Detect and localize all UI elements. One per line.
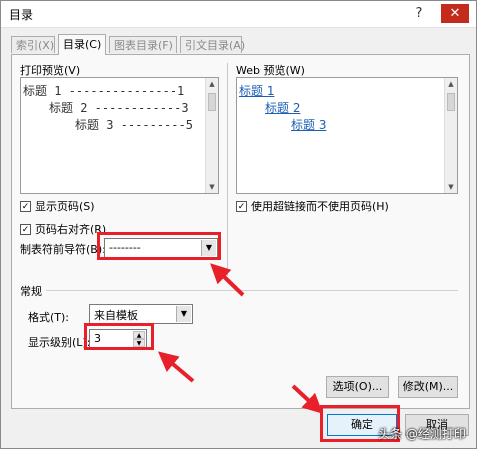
right-align-checkbox[interactable]: ✓ 页码右对齐(R) (20, 221, 106, 237)
web-preview-box: 标题 1 标题 2 标题 3 ▲ ▼ (236, 77, 458, 194)
general-section-label: 常规 (20, 285, 42, 298)
toc-dialog: 目录 ? ✕ 索引(X) 目录(C) 图表目录(F) 引文目录(A) 打印预览(… (0, 0, 477, 449)
levels-stepper[interactable]: 3 ▲ ▼ (89, 329, 147, 349)
close-icon[interactable]: ✕ (441, 4, 469, 23)
scroll-down-icon[interactable]: ▼ (206, 183, 218, 191)
tab-leader-label: 制表符前导符(B): (20, 243, 106, 256)
tab-table-of-figures[interactable]: 图表目录(F) (109, 36, 177, 53)
print-preview-label: 打印预览(V) (20, 64, 81, 77)
options-button[interactable]: 选项(O)... (326, 376, 389, 398)
dialog-title: 目录 (9, 8, 34, 22)
web-preview-link-1[interactable]: 标题 1 (239, 82, 274, 99)
tab-leader-value: -------- (109, 241, 141, 254)
levels-label: 显示级别(L): (28, 336, 91, 349)
print-preview-scrollbar[interactable]: ▲ ▼ (205, 78, 218, 193)
chevron-down-icon[interactable]: ▼ (201, 240, 216, 256)
print-preview-line-3: 标题 3 ---------5 (75, 118, 193, 132)
web-preview-link-2[interactable]: 标题 2 (265, 99, 300, 116)
watermark: 头条 @经测打印 (378, 427, 466, 441)
question-mark-icon[interactable]: ? (405, 4, 433, 23)
spin-down-icon[interactable]: ▼ (133, 339, 145, 347)
general-divider (46, 290, 458, 291)
scroll-down-icon[interactable]: ▼ (445, 183, 457, 191)
toc-panel: 打印预览(V) 标题 1 ---------------1 标题 2 -----… (11, 54, 470, 409)
spin-up-icon[interactable]: ▲ (133, 331, 145, 339)
column-divider (227, 63, 228, 276)
scroll-up-icon[interactable]: ▲ (206, 80, 218, 88)
format-label: 格式(T): (28, 311, 70, 324)
tab-toc[interactable]: 目录(C) (58, 34, 106, 55)
right-align-label: 页码右对齐(R) (35, 223, 107, 236)
print-preview-line-2: 标题 2 ------------3 (49, 101, 189, 115)
tab-leader-select[interactable]: -------- ▼ (104, 238, 218, 258)
checkmark-icon: ✓ (20, 200, 31, 212)
tab-index[interactable]: 索引(X) (11, 36, 55, 53)
format-value: 来自模板 (94, 309, 138, 322)
tab-table-of-authorities[interactable]: 引文目录(A) (180, 36, 245, 53)
use-hyperlinks-label: 使用超链接而不使用页码(H) (251, 200, 389, 213)
checkmark-icon: ✓ (20, 223, 31, 235)
scroll-thumb[interactable] (447, 93, 455, 111)
format-select[interactable]: 来自模板 ▼ (89, 304, 193, 324)
levels-value: 3 (94, 332, 101, 345)
print-preview-line-1: 标题 1 ---------------1 (23, 84, 185, 98)
web-preview-scrollbar[interactable]: ▲ ▼ (444, 78, 457, 193)
chevron-down-icon[interactable]: ▼ (176, 306, 191, 322)
show-page-numbers-label: 显示页码(S) (35, 200, 95, 213)
modify-button[interactable]: 修改(M)... (398, 376, 458, 398)
use-hyperlinks-checkbox[interactable]: ✓ 使用超链接而不使用页码(H) (236, 198, 389, 214)
web-preview-link-3[interactable]: 标题 3 (291, 116, 326, 133)
show-page-numbers-checkbox[interactable]: ✓ 显示页码(S) (20, 198, 95, 214)
scroll-up-icon[interactable]: ▲ (445, 80, 457, 88)
scroll-thumb[interactable] (208, 93, 216, 111)
checkmark-icon: ✓ (236, 200, 247, 212)
web-preview-label: Web 预览(W) (236, 64, 305, 77)
title-bar: 目录 ? ✕ (1, 1, 476, 28)
print-preview-box: 标题 1 ---------------1 标题 2 ------------3… (20, 77, 219, 194)
